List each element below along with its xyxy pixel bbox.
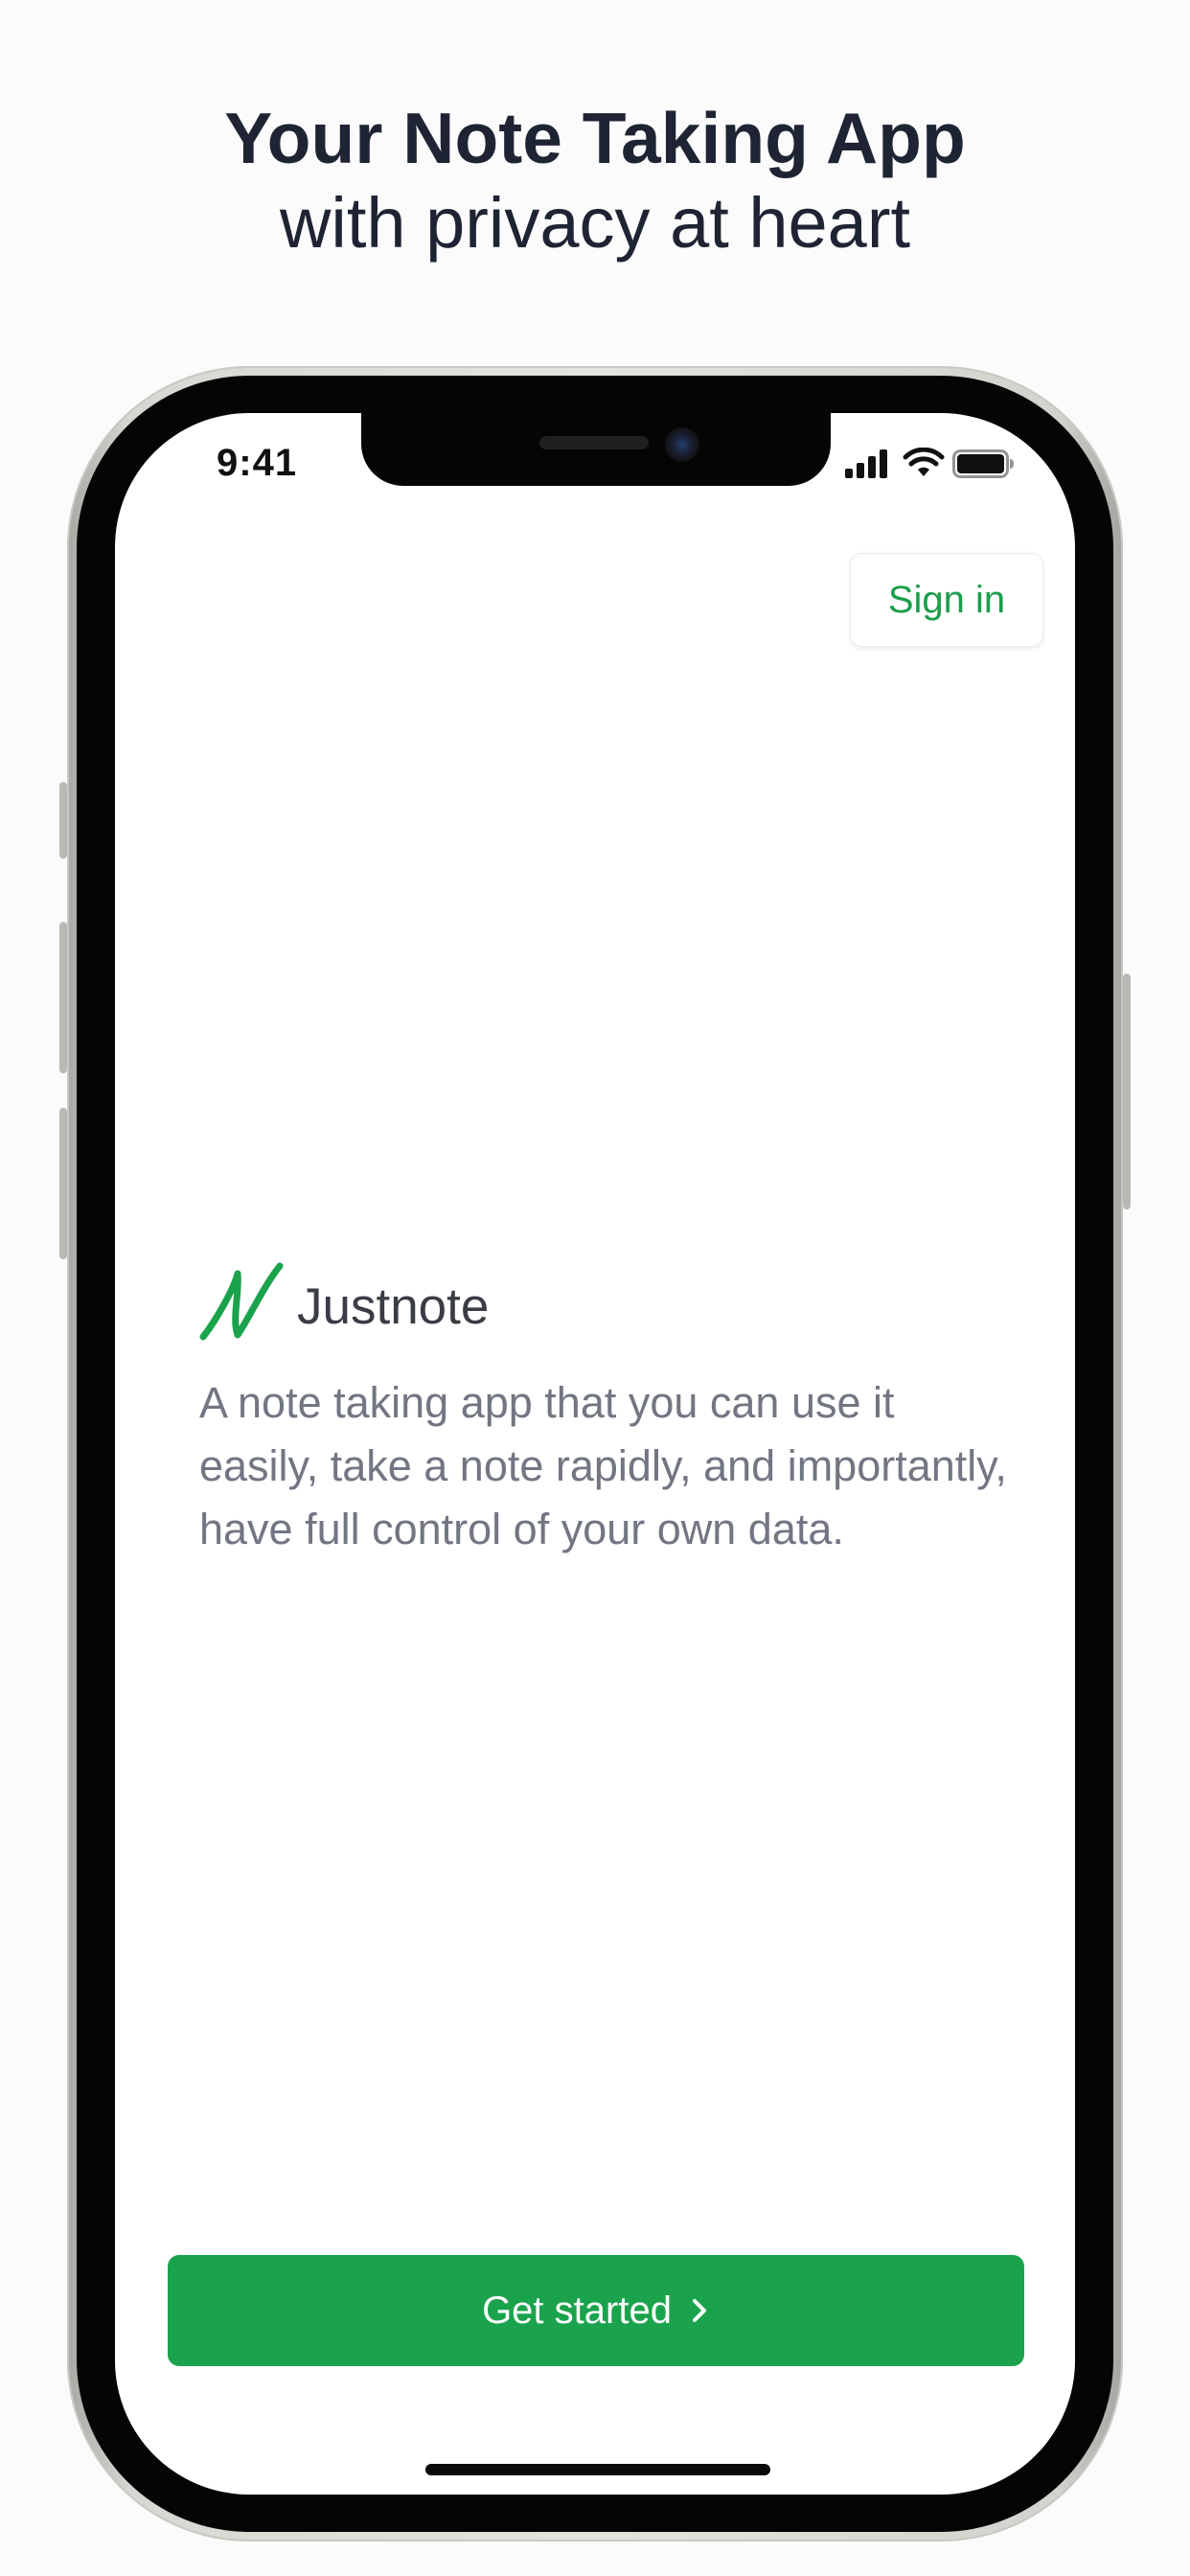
battery-icon [952,449,1014,478]
justnote-logo-icon [199,1262,284,1341]
sign-in-button[interactable]: Sign in [850,553,1043,647]
headline-subtitle: with privacy at heart [279,183,911,263]
app-screen: 9:41 Sign in Justnote A note taking app … [115,413,1075,2495]
phone-volume-up-button [59,922,67,1073]
phone-volume-down-button [59,1108,67,1259]
speaker-grille [539,436,649,449]
brand-header: Justnote [199,1260,870,1346]
home-indicator [425,2464,770,2475]
brand-name: Justnote [297,1278,490,1335]
cellular-signal-icon [845,449,887,478]
get-started-button[interactable]: Get started [168,2255,1024,2366]
app-description: A note taking app that you can use it ea… [199,1378,1007,1553]
status-bar-icons [845,448,1018,480]
phone-power-button [1123,974,1131,1209]
get-started-label: Get started [482,2288,672,2332]
headline-title: Your Note Taking App [224,98,966,178]
phone-mute-switch [59,782,67,859]
chevron-right-icon [692,2299,706,2322]
marketing-headline: Your Note Taking App with privacy at hea… [0,96,1190,266]
wifi-icon [903,448,945,476]
status-bar-time: 9:41 [217,442,298,484]
phone-notch [361,413,831,486]
front-camera-icon [665,427,699,462]
